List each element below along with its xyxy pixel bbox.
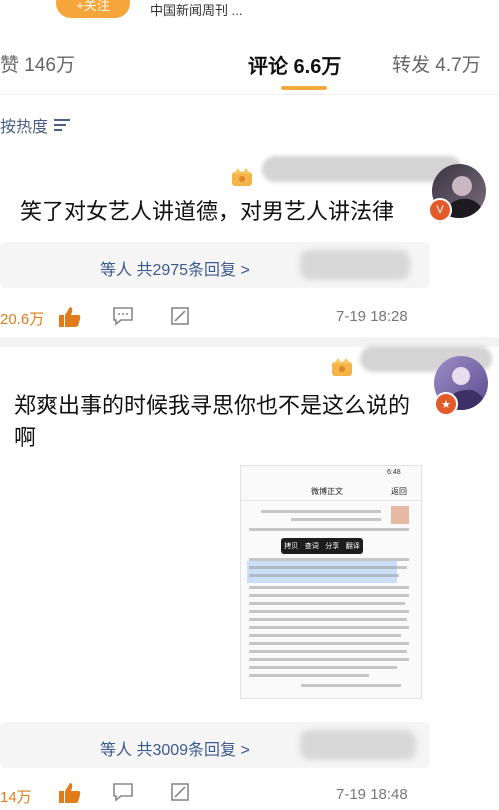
sort-icon	[54, 119, 71, 131]
like-count: 20.6万	[0, 311, 45, 328]
text-line	[249, 674, 369, 677]
replier-names-redacted	[300, 250, 410, 280]
replier-names-redacted	[300, 730, 416, 760]
comment-meta: 14万 7-19 18:48	[0, 780, 499, 810]
embedded-header: 微博正文 返回	[241, 482, 421, 501]
tab-reposts[interactable]: 转发 4.7万	[392, 50, 481, 77]
embedded-back-label: 返回	[391, 487, 407, 496]
text-line	[249, 658, 409, 661]
text-line	[291, 518, 381, 521]
crown-icon	[332, 358, 352, 376]
tab-comments[interactable]: 评论 6.6万	[248, 50, 341, 79]
menu-item: 分享	[325, 543, 340, 550]
reply-summary[interactable]: 等人 共2975条回复 >	[0, 242, 430, 288]
crown-icon	[232, 168, 252, 186]
verified-badge-icon: ★	[434, 392, 458, 416]
sort-label: 按热度	[0, 119, 49, 136]
reply-count-label: 等人 共3009条回复 >	[100, 742, 250, 759]
text-selection	[247, 561, 397, 583]
share-icon[interactable]	[170, 782, 190, 802]
verified-badge-icon: V	[428, 198, 452, 222]
text-line	[249, 626, 409, 629]
comment-attached-image[interactable]: 6:48 微博正文 返回 拷贝 查词 分享 翻译	[240, 465, 422, 699]
thumbs-up-icon[interactable]	[58, 782, 82, 804]
text-line	[249, 666, 397, 669]
text-line	[249, 594, 409, 597]
source-text: 中国新闻周刊 ...	[150, 3, 243, 18]
comment-text: 笑了对女艺人讲道德，对男艺人讲法律	[20, 199, 395, 224]
active-tab-indicator	[281, 86, 327, 90]
menu-item: 翻译	[345, 543, 360, 550]
text-line	[249, 634, 401, 637]
top-bar: +关注 中国新闻周刊 ...	[0, 0, 499, 22]
text-line	[249, 618, 407, 621]
text-line	[249, 642, 409, 645]
tab-bar: 赞 146万 评论 6.6万 转发 4.7万	[0, 22, 499, 95]
menu-item: 拷贝	[284, 543, 299, 550]
menu-item: 查词	[304, 543, 319, 550]
comment-text: 郑爽出事的时候我寻思你也不是这么说的啊	[14, 393, 411, 450]
text-line	[301, 684, 401, 687]
text-line	[249, 586, 409, 589]
tab-likes[interactable]: 赞 146万	[0, 50, 75, 77]
embedded-header-title: 微博正文	[311, 487, 343, 496]
reply-summary[interactable]: 等人 共3009条回复 >	[0, 722, 430, 768]
comment-time: 7-19 18:48	[336, 786, 408, 803]
comment-icon[interactable]	[112, 306, 134, 326]
text-line	[249, 610, 409, 613]
text-line	[249, 602, 405, 605]
thumbs-up-icon[interactable]	[58, 306, 82, 328]
username-redacted	[262, 156, 462, 182]
embedded-status-time: 6:48	[387, 469, 401, 476]
comment-icon[interactable]	[112, 782, 134, 802]
comment-time: 7-19 18:28	[336, 308, 408, 325]
text-line	[261, 510, 381, 513]
embedded-status-bar: 6:48	[241, 466, 421, 480]
comment-meta: 20.6万 7-19 18:28	[0, 302, 499, 332]
sort-toggle[interactable]: 按热度	[0, 112, 72, 138]
reply-count-label: 等人 共2975条回复 >	[100, 262, 250, 279]
text-line	[249, 650, 407, 653]
text-line	[249, 566, 407, 569]
text-line	[249, 528, 409, 531]
text-line	[249, 574, 399, 577]
share-icon[interactable]	[170, 306, 190, 326]
follow-button[interactable]: +关注	[56, 0, 130, 18]
embedded-avatar	[391, 506, 409, 524]
embedded-context-menu: 拷贝 查词 分享 翻译	[281, 538, 363, 554]
